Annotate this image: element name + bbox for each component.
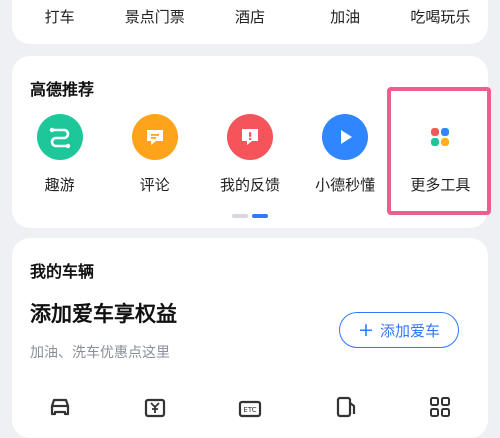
tool-label: 评论 [139,176,170,194]
quick-action-taxi[interactable]: 打车 [12,6,107,27]
vehicle-subtitle: 加油、洗车优惠点这里 [30,345,170,361]
quick-action-hotel[interactable]: 酒店 [202,6,297,27]
quick-action-fuel[interactable]: 加油 [298,6,393,27]
tool-xiaode[interactable]: 小德秒懂 [298,114,393,195]
route-icon [36,114,83,160]
grid-icon[interactable] [393,390,488,420]
vehicle-section-title: 我的车辆 [30,262,95,281]
quick-action-tickets[interactable]: 景点门票 [107,6,202,27]
yen-icon[interactable] [107,390,202,420]
vehicle-headline: 添加爱车享权益 [30,302,177,326]
quick-action-fun[interactable]: 吃喝玩乐 [393,6,488,27]
page-dot-active [252,214,268,218]
play-icon [322,114,369,160]
comment-icon [131,114,178,160]
add-car-button[interactable]: + 添加爱车 [339,312,459,348]
quick-actions-card: 打车 景点门票 酒店 加油 吃喝玩乐 [12,0,488,44]
tool-label: 趣游 [44,176,75,194]
etc-icon[interactable]: ETC [202,390,297,420]
feedback-icon [226,114,273,160]
tool-comment[interactable]: 评论 [107,114,202,195]
plus-icon: + [358,318,374,341]
svg-text:ETC: ETC [243,406,256,414]
tool-label: 小德秒懂 [315,176,376,194]
add-car-label: 添加爱车 [379,321,440,340]
page-indicator [232,214,268,218]
page-dot [232,214,248,218]
recommend-title: 高德推荐 [30,80,95,99]
my-vehicle-card: 我的车辆 添加爱车享权益 加油、洗车优惠点这里 + 添加爱车 ETC [12,238,488,438]
tool-quyou[interactable]: 趣游 [12,114,107,195]
tool-feedback[interactable]: 我的反馈 [202,114,297,195]
car-icon[interactable] [12,390,107,420]
highlight-box [387,87,491,215]
tool-label: 我的反馈 [219,176,280,194]
fuel-icon[interactable] [298,390,393,420]
